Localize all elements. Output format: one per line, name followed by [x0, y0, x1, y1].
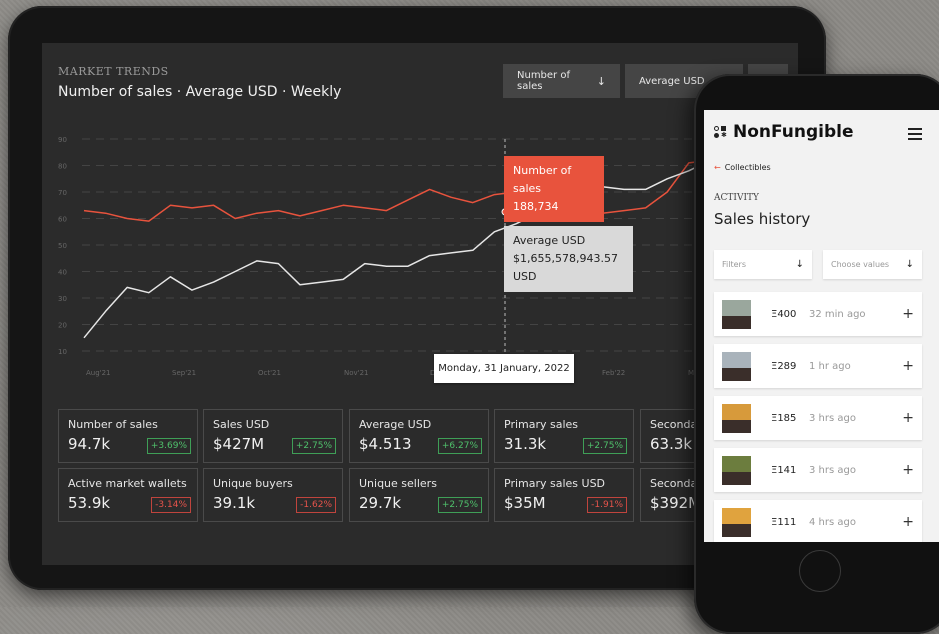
- stat-label: Unique buyers: [213, 477, 293, 490]
- stat-card[interactable]: Primary sales USD $35M -1.91%: [494, 468, 634, 522]
- series-line-sales: [83, 159, 733, 222]
- list-item[interactable]: Ξ185 3 hrs ago +: [714, 396, 922, 440]
- stat-label: Unique sellers: [359, 477, 437, 490]
- page-title: Sales history: [714, 210, 811, 228]
- sale-time: 4 hrs ago: [809, 516, 856, 528]
- list-item[interactable]: Ξ111 4 hrs ago +: [714, 500, 922, 542]
- filters-dropdown[interactable]: Filters ↓: [714, 250, 812, 279]
- sale-price: Ξ400: [771, 308, 797, 320]
- sale-time: 3 hrs ago: [809, 464, 856, 476]
- x-tick-label: Sep'21: [172, 369, 196, 377]
- section-kicker: MARKET TRENDS: [58, 65, 169, 78]
- plus-icon[interactable]: +: [902, 306, 914, 322]
- y-tick-label: 50: [58, 242, 67, 250]
- sale-price: Ξ185: [771, 412, 797, 424]
- sale-price: Ξ289: [771, 360, 797, 372]
- arrow-down-icon: ↓: [795, 259, 804, 270]
- y-tick-label: 40: [58, 269, 67, 277]
- stat-change-badge: +3.69%: [146, 438, 191, 454]
- series-line-usd: [83, 156, 733, 339]
- x-tick-label: Nov'21: [344, 369, 369, 377]
- plus-icon[interactable]: +: [902, 358, 914, 374]
- x-tick-label: Aug'21: [86, 369, 111, 377]
- stat-card[interactable]: Sales USD $427M +2.75%: [203, 409, 343, 463]
- phone-device: ✱ NonFungible ← Collectibles ACTIVITY Sal…: [694, 74, 939, 634]
- tooltip-label: Average USD: [513, 234, 586, 247]
- choose-values-dropdown[interactable]: Choose values ↓: [823, 250, 922, 279]
- arrow-left-icon: ←: [714, 163, 721, 172]
- stat-card[interactable]: Primary sales 31.3k +2.75%: [494, 409, 634, 463]
- stat-card[interactable]: Unique buyers 39.1k -1.62%: [203, 468, 343, 522]
- stat-change-badge: -3.14%: [151, 497, 191, 513]
- breadcrumb-label: Collectibles: [724, 163, 771, 172]
- x-tick-label: Oct'21: [258, 369, 281, 377]
- dashboard-screen: MARKET TRENDS Number of sales · Average …: [42, 43, 798, 565]
- plus-icon[interactable]: +: [902, 410, 914, 426]
- stat-card[interactable]: Active market wallets 53.9k -3.14%: [58, 468, 198, 522]
- y-tick-label: 80: [58, 163, 67, 171]
- nft-thumbnail: [722, 455, 751, 485]
- plus-icon[interactable]: +: [902, 462, 914, 478]
- sale-time: 32 min ago: [809, 308, 866, 320]
- list-item[interactable]: Ξ289 1 hr ago +: [714, 344, 922, 388]
- list-item[interactable]: Ξ141 3 hrs ago +: [714, 448, 922, 492]
- y-tick-label: 10: [58, 348, 67, 356]
- y-tick-label: 70: [58, 189, 67, 197]
- stat-card[interactable]: Average USD $4.513 +6.27%: [349, 409, 489, 463]
- logo-text: NonFungible: [733, 122, 854, 142]
- stat-card[interactable]: Number of sales 94.7k +3.69%: [58, 409, 198, 463]
- chart-title: Number of sales · Average USD · Weekly: [58, 84, 342, 100]
- brand-logo[interactable]: ✱ NonFungible: [714, 122, 854, 142]
- plus-icon[interactable]: +: [902, 514, 914, 530]
- breadcrumb[interactable]: ← Collectibles: [714, 163, 771, 172]
- dropdown-label: Number of sales: [517, 70, 570, 92]
- y-tick-label: 60: [58, 216, 67, 224]
- nft-thumbnail: [722, 299, 751, 329]
- sale-price: Ξ141: [771, 464, 797, 476]
- sale-time: 3 hrs ago: [809, 412, 856, 424]
- stat-change-badge: +2.75%: [582, 438, 627, 454]
- arrow-down-icon: ↓: [596, 74, 606, 88]
- arrow-down-icon: ↓: [905, 259, 914, 270]
- stat-label: Sales USD: [213, 418, 270, 431]
- stat-change-badge: +6.27%: [437, 438, 482, 454]
- stat-label: Number of sales: [68, 418, 158, 431]
- dropdown-label: Choose values: [831, 260, 890, 269]
- y-tick-label: 90: [58, 136, 67, 144]
- menu-icon[interactable]: [908, 128, 922, 143]
- stat-card[interactable]: Unique sellers 29.7k +2.75%: [349, 468, 489, 522]
- nft-thumbnail: [722, 403, 751, 433]
- list-item[interactable]: Ξ400 32 min ago +: [714, 292, 922, 336]
- stat-change-badge: +2.75%: [291, 438, 336, 454]
- line-chart: 90 80 70 60 50 40 30 20 10 Aug'21 Sep'21 Oct'21 Nov'…: [58, 136, 733, 377]
- dropdown-label: Average USD: [639, 75, 705, 87]
- tooltip-number-of-sales: Number of sales 188,734: [504, 156, 604, 222]
- stat-label: Primary sales: [504, 418, 579, 431]
- home-button[interactable]: [799, 550, 841, 592]
- stat-change-badge: -1.91%: [587, 497, 627, 513]
- nft-thumbnail: [722, 507, 751, 537]
- phone-screen: ✱ NonFungible ← Collectibles ACTIVITY Sal…: [704, 110, 939, 542]
- date-tooltip: Monday, 31 January, 2022: [434, 354, 574, 383]
- stat-label: Active market wallets: [68, 477, 187, 490]
- tooltip-value: 188,734: [513, 200, 559, 213]
- y-tick-label: 20: [58, 322, 67, 330]
- stat-label: Average USD: [359, 418, 432, 431]
- sale-time: 1 hr ago: [809, 360, 851, 372]
- section-kicker: ACTIVITY: [714, 193, 759, 203]
- stat-change-badge: +2.75%: [437, 497, 482, 513]
- y-tick-label: 30: [58, 295, 67, 303]
- sale-price: Ξ111: [771, 516, 797, 528]
- tooltip-average-usd: Average USD $1,655,578,943.57 USD: [504, 226, 633, 292]
- metric-dropdown-sales[interactable]: Number of sales ↓: [503, 64, 620, 98]
- tooltip-value: $1,655,578,943.57 USD: [513, 252, 618, 283]
- x-tick-label: Feb'22: [602, 369, 625, 377]
- tooltip-label: Number of sales: [513, 164, 572, 195]
- stat-change-badge: -1.62%: [296, 497, 336, 513]
- stat-label: Primary sales USD: [504, 477, 606, 490]
- logo-icon: ✱: [714, 125, 727, 139]
- nft-thumbnail: [722, 351, 751, 381]
- dropdown-label: Filters: [722, 260, 746, 269]
